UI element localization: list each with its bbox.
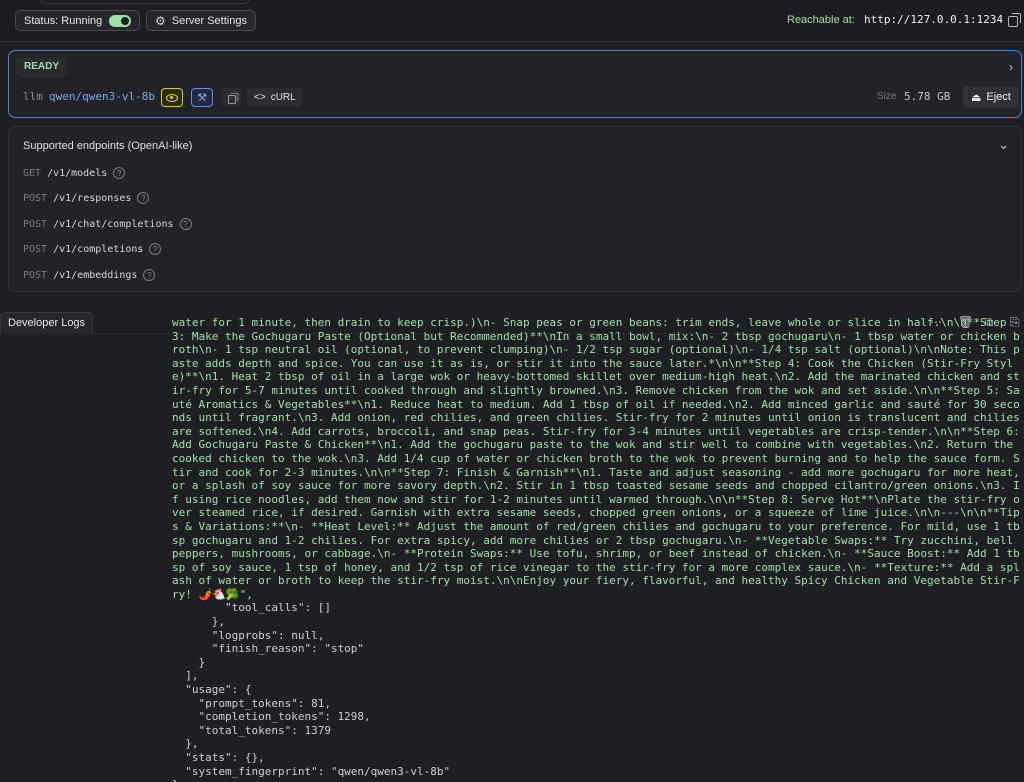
endpoint-path: /v1/chat/completions [53,218,174,230]
eject-icon: ⏏ [971,91,982,104]
model-type-label: llm [23,90,43,103]
chevron-down-icon[interactable]: ⌄ [998,137,1009,153]
log-message-content: water for 1 minute, then drain to keep c… [172,318,1020,601]
log-json-tail: "tool_calls": [] }, "logprobs": null, "f… [172,601,451,782]
status-toggle-button[interactable]: Status: Running [15,10,141,31]
eye-icon [166,93,178,102]
curl-button[interactable]: <> cURL [247,88,303,107]
code-brackets-icon: <> [254,92,266,103]
ready-badge: READY [16,57,68,77]
endpoint-row: POST /v1/responses ? [23,192,150,204]
reachable-url[interactable]: http://127.0.0.1:1234 [864,13,1003,26]
endpoint-method: POST [23,218,48,230]
eject-button[interactable]: ⏏ Eject [963,86,1019,108]
chevron-right-icon[interactable]: › [1009,60,1013,74]
size-value: 5.78 GB [904,90,951,103]
copy-model-button[interactable] [221,88,241,107]
tab-developer-logs[interactable]: Developer Logs [0,312,94,334]
gear-icon: ⚙ [155,13,166,28]
endpoint-path: /v1/responses [53,192,132,204]
endpoint-method: GET [23,167,42,179]
log-output[interactable]: water for 1 minute, then drain to keep c… [172,318,1024,782]
endpoint-method: POST [23,192,48,204]
endpoint-row: POST /v1/completions ? [23,243,162,255]
hammer-icon: ⚒ [197,92,207,104]
endpoint-path: /v1/embeddings [53,269,138,281]
server-settings-button[interactable]: ⚙ Server Settings [146,10,256,31]
endpoints-title: Supported endpoints (OpenAI-like) [23,140,193,152]
help-icon[interactable]: ? [137,192,150,204]
copy-icon [228,92,239,104]
tool-use-capability-button[interactable]: ⚒ [191,88,213,107]
help-icon[interactable]: ? [143,269,156,281]
curl-label: cURL [270,92,296,103]
endpoint-row: POST /v1/chat/completions ? [23,218,192,230]
model-identifier[interactable]: qwen/qwen3-vl-8b [49,90,155,103]
vision-capability-button[interactable] [161,88,183,107]
loaded-model-panel[interactable]: READY › llm qwen/qwen3-vl-8b ⚒ <> cURL S… [8,50,1022,118]
help-icon[interactable]: ? [113,167,126,179]
running-toggle-icon[interactable] [109,14,132,27]
endpoint-row: POST /v1/embeddings ? [23,269,156,281]
endpoint-method: POST [23,269,48,281]
help-icon[interactable]: ? [149,243,162,255]
endpoint-row: GET /v1/models ? [23,167,126,179]
endpoint-path: /v1/models [47,167,108,179]
top-bar: Status: Running ⚙ Server Settings Reacha… [0,0,1024,42]
help-icon[interactable]: ? [179,218,192,230]
eject-label: Eject [986,91,1011,103]
endpoints-panel: Supported endpoints (OpenAI-like) ⌄ GET … [8,126,1022,292]
copy-url-icon[interactable] [1008,13,1021,27]
reachable-label: Reachable at: [787,14,855,26]
server-settings-label: Server Settings [171,14,247,27]
size-label: Size [877,91,897,102]
tab-notch [40,0,250,4]
status-label: Status: Running [24,14,103,27]
endpoint-path: /v1/completions [53,243,144,255]
endpoint-method: POST [23,243,48,255]
